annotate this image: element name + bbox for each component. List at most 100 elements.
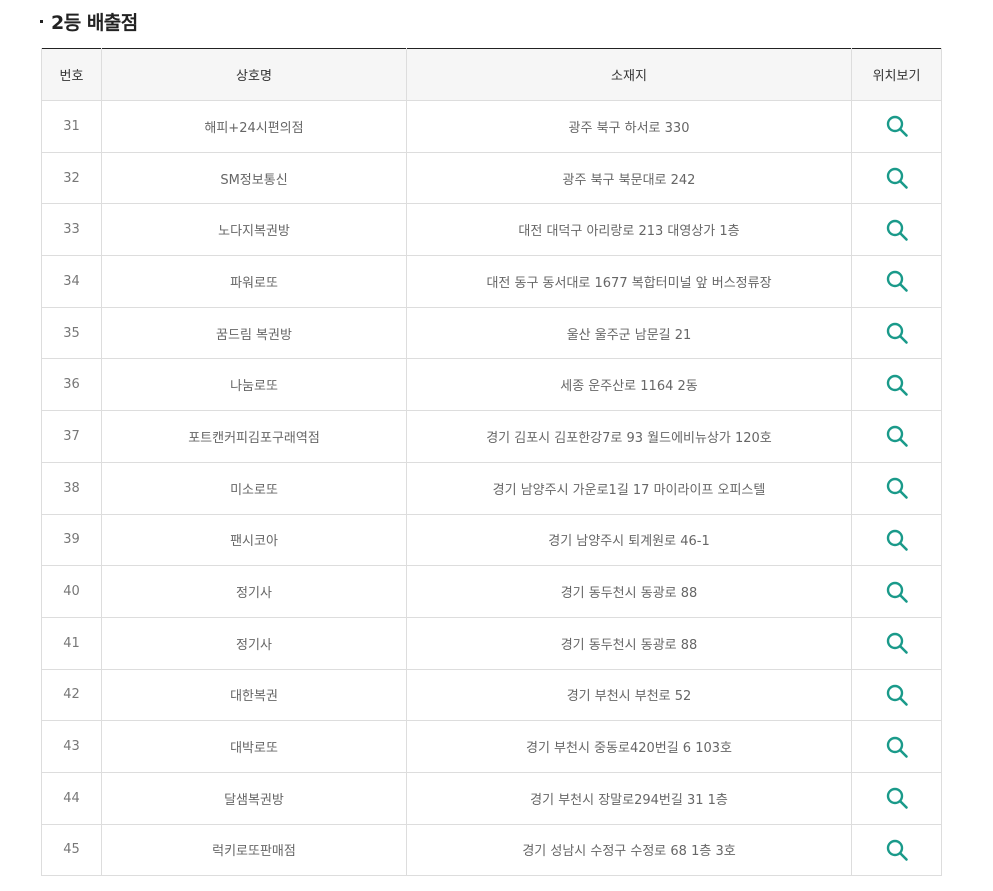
map-cell (851, 410, 942, 463)
row-number: 40 (41, 565, 102, 618)
store-name: 해피+24시편의점 (101, 100, 407, 153)
store-name: 정기사 (101, 565, 407, 618)
row-number: 45 (41, 823, 102, 877)
store-name: 팬시코아 (101, 513, 407, 567)
table-row: 35 꿈드림 복권방 울산 울주군 남문길 21 (41, 306, 942, 360)
search-icon (886, 477, 908, 499)
store-name: 미소로또 (101, 461, 407, 515)
store-name: 달샘복권방 (101, 771, 407, 825)
store-address: 대전 동구 동서대로 1677 복합터미널 앞 버스정류장 (406, 255, 852, 308)
view-location-button[interactable] (885, 269, 909, 293)
row-number: 33 (41, 203, 102, 257)
store-address: 경기 동두천시 동광로 88 (406, 616, 852, 670)
store-name: 럭키로또판매점 (101, 823, 407, 877)
row-number: 36 (41, 358, 102, 412)
table-row: 32 SM정보통신 광주 북구 북문대로 242 (41, 151, 942, 205)
row-number: 32 (41, 151, 102, 205)
store-address: 세종 운주산로 1164 2동 (406, 358, 852, 412)
view-location-button[interactable] (885, 373, 909, 397)
view-location-button[interactable] (885, 528, 909, 552)
search-icon (886, 322, 908, 344)
store-address: 경기 남양주시 가운로1길 17 마이라이프 오피스텔 (406, 461, 852, 515)
search-icon (886, 788, 908, 810)
map-cell (851, 720, 942, 773)
row-number: 38 (41, 461, 102, 515)
view-location-button[interactable] (885, 166, 909, 190)
map-cell (851, 151, 942, 205)
map-cell (851, 203, 942, 257)
map-cell (851, 823, 942, 877)
table-body: 31 해피+24시편의점 광주 북구 하서로 330 32 SM정보통신 광주 북구 북문… (41, 100, 942, 877)
view-location-button[interactable] (885, 735, 909, 759)
search-icon (886, 736, 908, 758)
store-table: 번호 상호명 소재지 위치보기 31 해피+24시편의점 광주 북구 하서로 330… (41, 48, 942, 877)
row-number: 44 (41, 771, 102, 825)
search-icon (886, 529, 908, 551)
map-cell (851, 616, 942, 670)
view-location-button[interactable] (885, 424, 909, 448)
store-address: 경기 김포시 김포한강7로 93 월드에비뉴상가 120호 (406, 410, 852, 463)
search-icon (886, 426, 908, 448)
search-icon (886, 374, 908, 396)
view-location-button[interactable] (885, 321, 909, 345)
table-row: 44 달샘복권방 경기 부천시 장말로294번길 31 1층 (41, 771, 942, 825)
row-number: 34 (41, 255, 102, 308)
store-name: 나눔로또 (101, 358, 407, 412)
store-name: 대한복권 (101, 668, 407, 722)
view-location-button[interactable] (885, 786, 909, 810)
map-cell (851, 565, 942, 618)
store-name: 파워로또 (101, 255, 407, 308)
store-name: 노다지복권방 (101, 203, 407, 257)
search-icon (886, 839, 908, 861)
store-address: 경기 성남시 수정구 수정로 68 1층 3호 (406, 823, 852, 877)
table-row: 45 럭키로또판매점 경기 성남시 수정구 수정로 68 1층 3호 (41, 823, 942, 877)
store-address: 광주 북구 북문대로 242 (406, 151, 852, 205)
map-cell (851, 668, 942, 722)
store-address: 광주 북구 하서로 330 (406, 100, 852, 153)
section-title: 2등 배출점 (51, 11, 138, 34)
store-address: 경기 부천시 중동로420번길 6 103호 (406, 720, 852, 773)
store-address: 대전 대덕구 아리랑로 213 대영상가 1층 (406, 203, 852, 257)
search-icon (886, 219, 908, 241)
view-location-button[interactable] (885, 683, 909, 707)
table-row: 41 정기사 경기 동두천시 동광로 88 (41, 616, 942, 670)
store-address: 경기 남양주시 퇴계원로 46-1 (406, 513, 852, 567)
search-icon (886, 684, 908, 706)
map-cell (851, 100, 942, 153)
map-cell (851, 513, 942, 567)
table-row: 39 팬시코아 경기 남양주시 퇴계원로 46-1 (41, 513, 942, 567)
header-no: 번호 (41, 48, 102, 101)
view-location-button[interactable] (885, 580, 909, 604)
map-cell (851, 771, 942, 825)
store-address: 경기 부천시 부천로 52 (406, 668, 852, 722)
store-name: 꿈드림 복권방 (101, 306, 407, 360)
table-row: 40 정기사 경기 동두천시 동광로 88 (41, 565, 942, 618)
table-row: 38 미소로또 경기 남양주시 가운로1길 17 마이라이프 오피스텔 (41, 461, 942, 515)
row-number: 41 (41, 616, 102, 670)
header-name: 상호명 (101, 48, 407, 101)
table-row: 31 해피+24시편의점 광주 북구 하서로 330 (41, 100, 942, 153)
heading-bullet (40, 19, 43, 23)
store-name: 포트캔커피김포구래역점 (101, 410, 407, 463)
table-row: 42 대한복권 경기 부천시 부천로 52 (41, 668, 942, 722)
row-number: 35 (41, 306, 102, 360)
table-row: 36 나눔로또 세종 운주산로 1164 2동 (41, 358, 942, 412)
search-icon (886, 271, 908, 293)
store-name: 대박로또 (101, 720, 407, 773)
map-cell (851, 358, 942, 412)
map-cell (851, 255, 942, 308)
row-number: 37 (41, 410, 102, 463)
search-icon (886, 581, 908, 603)
view-location-button[interactable] (885, 631, 909, 655)
header-map: 위치보기 (851, 48, 942, 101)
view-location-button[interactable] (885, 114, 909, 138)
view-location-button[interactable] (885, 476, 909, 500)
view-location-button[interactable] (885, 838, 909, 862)
table-row: 37 포트캔커피김포구래역점 경기 김포시 김포한강7로 93 월드에비뉴상가 12… (41, 410, 942, 463)
map-cell (851, 461, 942, 515)
store-address: 울산 울주군 남문길 21 (406, 306, 852, 360)
view-location-button[interactable] (885, 218, 909, 242)
row-number: 43 (41, 720, 102, 773)
table-row: 43 대박로또 경기 부천시 중동로420번길 6 103호 (41, 720, 942, 773)
search-icon (886, 167, 908, 189)
